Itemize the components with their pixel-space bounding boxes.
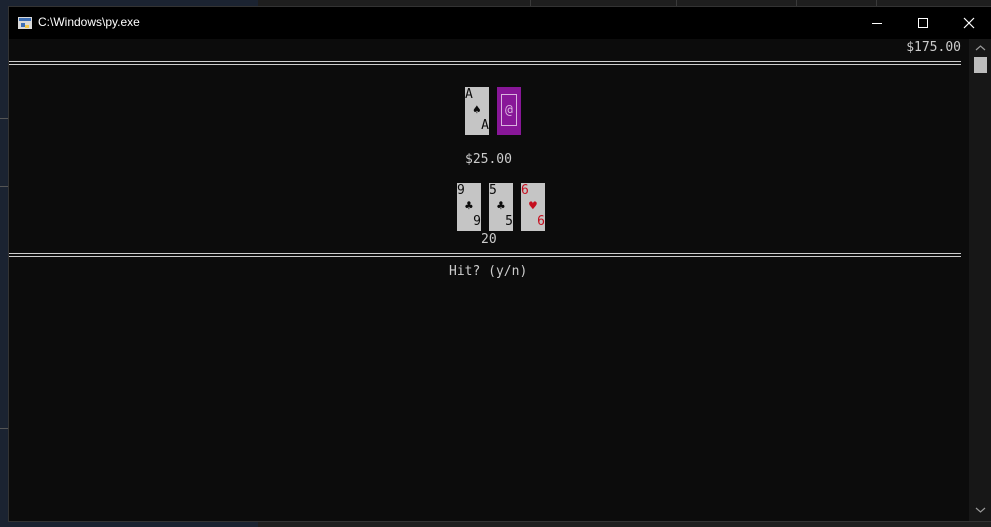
window-title: C:\Windows\py.exe [38,15,140,29]
minimize-button[interactable] [854,7,900,39]
player-card-2: 5 ♣ 5 [489,183,513,231]
top-separator [9,61,961,65]
card-rank: 9 [457,183,465,198]
bet-amount: $25.00 [465,152,512,167]
divider [0,186,8,187]
python-icon [18,17,32,29]
bankroll-display: $175.00 [906,40,961,55]
maximize-button[interactable] [900,7,946,39]
hit-prompt[interactable]: Hit? (y/n) [449,264,527,279]
divider [0,428,8,429]
card-rank: A [481,118,489,133]
maximize-icon [918,18,928,28]
club-suit-icon: ♣ [465,199,473,214]
divider [0,118,8,119]
card-rank: 5 [505,214,513,229]
spade-suit-icon: ♠ [473,103,481,118]
close-button[interactable] [946,7,991,39]
minimize-icon [872,23,882,24]
card-rank: A [465,87,473,102]
console-window: C:\Windows\py.exe $175.00 A ♠ A @ $25.00… [8,6,991,522]
console-output: $175.00 A ♠ A @ $25.00 9 ♣ 9 5 ♣ 5 6 ♥ 6 [9,39,969,521]
player-total: 20 [481,232,497,247]
dealer-card-1: A ♠ A [465,87,489,135]
scrollbar-thumb[interactable] [974,57,987,73]
vertical-scrollbar[interactable] [969,39,991,521]
card-rank: 5 [489,183,497,198]
background-window-edge [0,0,8,527]
scroll-up-arrow-icon[interactable] [974,43,987,53]
bottom-separator [9,253,961,257]
dealer-card-2-face-down: @ [497,87,521,135]
player-card-1: 9 ♣ 9 [457,183,481,231]
card-back-symbol: @ [505,103,513,118]
scroll-down-arrow-icon[interactable] [974,505,987,515]
card-rank: 6 [521,183,529,198]
heart-suit-icon: ♥ [529,199,537,214]
club-suit-icon: ♣ [497,199,505,214]
card-rank: 9 [473,214,481,229]
player-card-3: 6 ♥ 6 [521,183,545,231]
close-icon [963,17,975,29]
title-bar[interactable]: C:\Windows\py.exe [9,7,991,39]
card-rank: 6 [537,214,545,229]
